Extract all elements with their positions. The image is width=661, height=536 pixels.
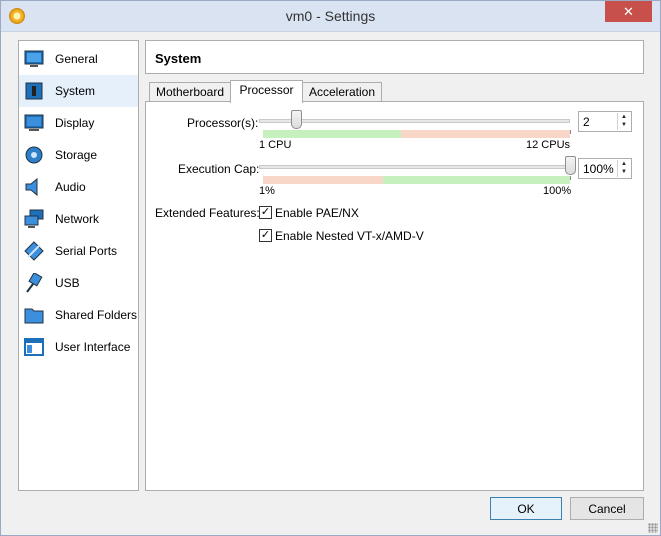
- sidebar-item-label: Network: [55, 212, 100, 226]
- disk-icon: [25, 146, 43, 164]
- page-title: System: [155, 51, 202, 66]
- execution-cap-label: Execution Cap:: [178, 162, 260, 176]
- sidebar-item-label: Display: [55, 116, 95, 130]
- sidebar-item-label: Audio: [55, 180, 86, 194]
- checkmark-icon: ✓: [260, 206, 271, 218]
- tab-motherboard[interactable]: Motherboard: [149, 82, 231, 103]
- close-button[interactable]: ✕: [605, 1, 652, 22]
- execution-cap-normal-range: [383, 176, 570, 184]
- network-icon: [24, 209, 44, 228]
- processor-count-label: Processor(s):: [187, 116, 259, 130]
- processor-slider-handle[interactable]: [291, 110, 302, 129]
- tab-label: Processor: [239, 83, 294, 97]
- settings-window: vm0 - Settings ✕ General System Display …: [0, 0, 661, 536]
- sidebar-item-user-interface[interactable]: User Interface: [19, 331, 138, 363]
- sidebar-item-label: User Interface: [55, 340, 131, 354]
- tab-processor[interactable]: Processor: [230, 80, 303, 103]
- processor-max-label: 12 CPUs: [526, 139, 571, 151]
- tab-label: Acceleration: [308, 85, 376, 99]
- execution-cap-slider-scale: [263, 176, 570, 184]
- processor-spin-buttons: ▲ ▼: [617, 113, 630, 130]
- spin-up-icon[interactable]: ▲: [618, 113, 630, 121]
- title-bar[interactable]: vm0 - Settings ✕: [1, 1, 660, 32]
- cancel-button[interactable]: Cancel: [570, 497, 644, 520]
- spin-down-icon[interactable]: ▼: [618, 121, 630, 129]
- window-icon: [24, 338, 44, 356]
- pae-nx-checkbox[interactable]: ✓: [259, 206, 272, 219]
- execution-cap-spinbox[interactable]: 100% ▲ ▼: [578, 158, 632, 179]
- tab-label: Motherboard: [155, 85, 225, 99]
- nested-vtx-label: Enable Nested VT-x/AMD-V: [275, 229, 424, 243]
- sidebar-item-label: Storage: [55, 148, 98, 162]
- resize-grip-icon[interactable]: [648, 523, 658, 533]
- tab-acceleration[interactable]: Acceleration: [302, 82, 382, 103]
- dialog-body: General System Display Storage Audio Net…: [9, 32, 654, 528]
- processor-overcommit-range: [401, 130, 570, 138]
- spin-up-icon[interactable]: ▲: [618, 160, 630, 168]
- sidebar-item-network[interactable]: Network: [19, 203, 138, 235]
- processor-slider-scale: [263, 130, 570, 138]
- slider-tick: [570, 176, 571, 180]
- sidebar-item-usb[interactable]: USB: [19, 267, 138, 299]
- speaker-icon: [25, 177, 38, 197]
- processor-count-value: 2: [583, 115, 590, 129]
- sidebar-item-label: General: [55, 52, 98, 66]
- sidebar-item-audio[interactable]: Audio: [19, 171, 138, 203]
- processor-slider-track[interactable]: [259, 119, 570, 123]
- sidebar-item-label: USB: [55, 276, 80, 290]
- window-title: vm0 - Settings: [285, 8, 376, 24]
- execution-cap-max-label: 100%: [543, 185, 572, 197]
- slider-tick: [570, 130, 571, 134]
- usb-icon: [26, 273, 43, 293]
- sidebar-item-label: Shared Folders: [55, 308, 138, 322]
- chip-icon: [25, 82, 43, 100]
- sidebar-item-serial-ports[interactable]: Serial Ports: [19, 235, 138, 267]
- extended-features-label: Extended Features:: [155, 206, 260, 220]
- processor-safe-range: [263, 130, 401, 138]
- serial-port-icon: [24, 241, 44, 261]
- close-icon: ✕: [623, 4, 634, 19]
- execution-cap-spin-buttons: ▲ ▼: [617, 160, 630, 177]
- execution-cap-slider-handle[interactable]: [565, 156, 576, 175]
- execution-cap-slider-track[interactable]: [259, 165, 570, 169]
- sidebar-item-display[interactable]: Display: [19, 107, 138, 139]
- pae-nx-label: Enable PAE/NX: [275, 206, 359, 220]
- display-icon: [24, 114, 44, 131]
- page-header: System: [145, 40, 644, 74]
- spin-down-icon[interactable]: ▼: [618, 168, 630, 176]
- monitor-icon: [24, 50, 44, 67]
- sidebar-item-label: Serial Ports: [55, 244, 118, 258]
- folder-icon: [24, 308, 44, 324]
- nested-vtx-checkbox[interactable]: ✓: [259, 229, 272, 242]
- processor-count-spinbox[interactable]: 2 ▲ ▼: [578, 111, 632, 132]
- sidebar-item-shared-folders[interactable]: Shared Folders: [19, 299, 138, 331]
- sidebar-item-general[interactable]: General: [19, 43, 138, 75]
- ok-button[interactable]: OK: [490, 497, 562, 520]
- settings-sidebar: General System Display Storage Audio Net…: [18, 40, 139, 491]
- sidebar-item-storage[interactable]: Storage: [19, 139, 138, 171]
- checkmark-icon: ✓: [260, 229, 271, 241]
- processor-min-label: 1 CPU: [259, 139, 292, 151]
- execution-cap-low-range: [263, 176, 383, 184]
- sidebar-item-system[interactable]: System: [19, 75, 138, 107]
- execution-cap-min-label: 1%: [259, 185, 275, 197]
- execution-cap-value: 100%: [583, 162, 614, 176]
- sidebar-item-label: System: [55, 84, 96, 98]
